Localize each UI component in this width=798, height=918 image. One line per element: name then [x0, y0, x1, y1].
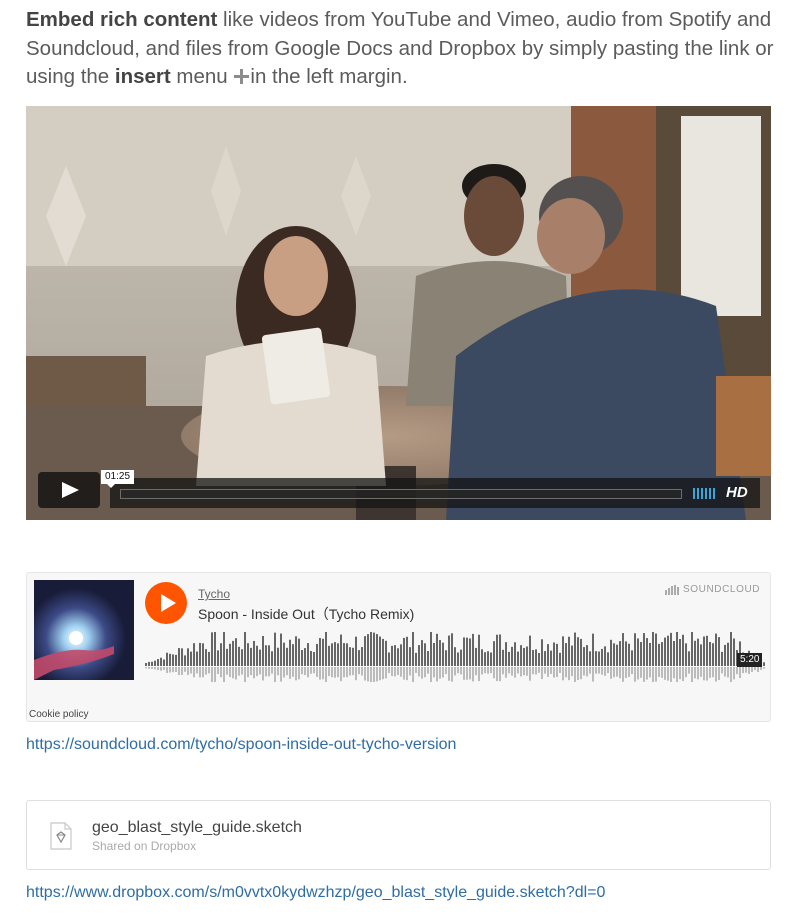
dropbox-url-link[interactable]: https://www.dropbox.com/s/m0vvtx0kydwzhz…	[26, 884, 605, 902]
dropbox-embed[interactable]: geo_blast_style_guide.sketch Shared on D…	[26, 800, 771, 870]
soundcloud-url-link[interactable]: https://soundcloud.com/tycho/spoon-insid…	[26, 736, 456, 754]
hd-toggle[interactable]: HD	[726, 484, 748, 501]
soundcloud-cloud-icon	[665, 584, 679, 595]
soundcloud-brand-label: SOUNDCLOUD	[683, 584, 761, 595]
soundcloud-artist-link[interactable]: Tycho	[198, 587, 230, 601]
soundcloud-embed: Tycho Spoon - Inside Out（Tycho Remix) SO…	[26, 572, 771, 722]
intro-text-3: in the left margin.	[250, 65, 408, 88]
video-frame	[26, 106, 771, 520]
intro-text-2: menu	[170, 65, 234, 88]
sketch-file-icon	[50, 822, 72, 850]
soundcloud-waveform[interactable]	[145, 632, 765, 682]
intro-bold-insert: insert	[114, 65, 171, 88]
soundcloud-duration: 5:20	[737, 653, 763, 667]
soundcloud-track-title[interactable]: Spoon - Inside Out（Tycho Remix)	[198, 604, 414, 624]
plus-icon	[234, 69, 250, 84]
intro-bold-lead: Embed rich content	[26, 8, 218, 31]
album-artwork[interactable]	[34, 580, 134, 680]
volume-icon[interactable]	[693, 488, 717, 499]
dropbox-filename[interactable]: geo_blast_style_guide.sketch	[92, 819, 302, 837]
cookie-policy-link[interactable]: Cookie policy	[29, 709, 88, 720]
soundcloud-play-button[interactable]	[145, 582, 187, 624]
intro-paragraph: Embed rich content like videos from YouT…	[26, 6, 776, 92]
video-control-bar: HD	[110, 478, 760, 508]
soundcloud-logo[interactable]: SOUNDCLOUD	[665, 584, 760, 595]
video-time-tooltip: 01:25	[101, 470, 135, 488]
video-progress-track[interactable]	[120, 489, 682, 499]
video-player[interactable]: HD 01:25	[26, 106, 771, 520]
dropbox-subtitle: Shared on Dropbox	[92, 839, 197, 853]
video-play-button[interactable]	[38, 472, 100, 508]
